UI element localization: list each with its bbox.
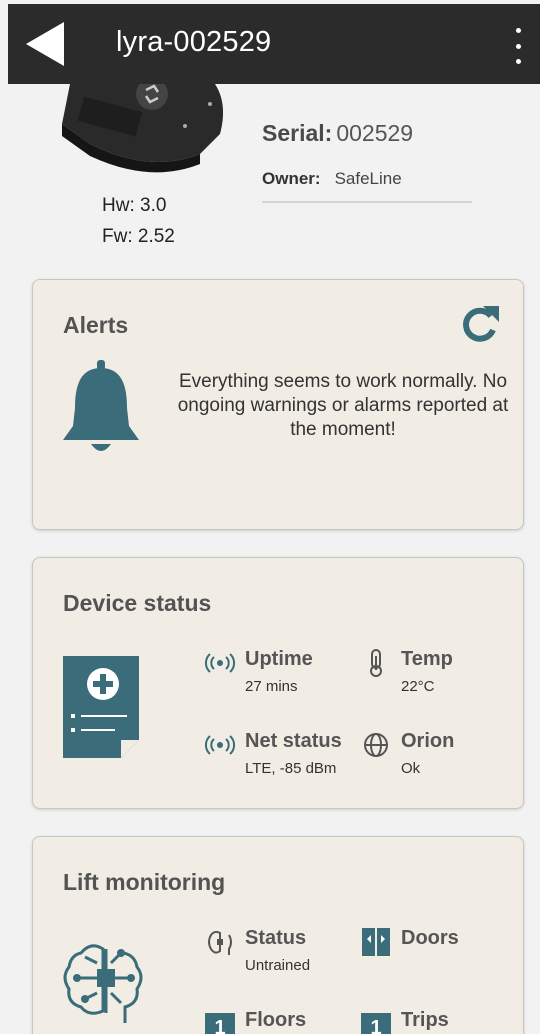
brain-circuit-icon — [61, 933, 147, 1029]
owner-value: SafeLine — [334, 169, 402, 188]
trips-count-badge: 1 — [361, 1013, 391, 1034]
bell-icon — [61, 360, 141, 460]
lift-monitoring-title: Lift monitoring — [63, 869, 226, 895]
temp-value: 22°C — [401, 678, 435, 695]
owner-row: Owner: SafeLine — [262, 169, 402, 189]
top-app-bar: lyra-002529 — [8, 4, 540, 84]
serial-label: Serial: — [262, 120, 333, 146]
doors-icon — [361, 927, 391, 957]
floors-label: Floors — [245, 1009, 307, 1031]
signal-icon — [204, 648, 236, 678]
doors-label: Doors — [401, 927, 459, 949]
page-title: lyra-002529 — [116, 26, 272, 58]
lift-monitoring-card[interactable]: Lift monitoring Status Untrained Doors 1… — [32, 836, 524, 1034]
refresh-icon[interactable] — [457, 302, 501, 346]
device-status-card[interactable]: Device status Uptime 27 mins Temp 22°C N… — [32, 557, 524, 809]
uptime-value: 27 mins — [245, 678, 298, 695]
net-status-label: Net status — [245, 730, 342, 752]
orion-label: Orion — [401, 730, 455, 752]
lift-status-value: Untrained — [245, 957, 311, 974]
floors-count-badge: 1 — [205, 1013, 235, 1034]
globe-icon — [361, 730, 391, 760]
alerts-card[interactable]: Alerts Everything seems to work normally… — [32, 279, 524, 530]
alerts-message: Everything seems to work normally. No on… — [177, 371, 509, 440]
thermometer-icon — [361, 648, 391, 678]
lift-status-label: Status — [245, 927, 307, 949]
signal-icon — [204, 730, 236, 760]
firmware-version: Fw: 2.52 — [102, 226, 175, 247]
brain-chip-icon — [205, 927, 235, 957]
back-arrow-icon[interactable] — [26, 22, 74, 66]
device-status-title: Device status — [63, 590, 212, 616]
trips-label: Trips — [401, 1009, 449, 1031]
owner-label: Owner: — [262, 169, 321, 188]
uptime-label: Uptime — [245, 648, 313, 670]
hardware-version: Hw: 3.0 — [102, 195, 167, 216]
more-vert-icon[interactable] — [508, 28, 528, 64]
device-image — [50, 78, 230, 184]
net-status-value: LTE, -85 dBm — [245, 760, 337, 777]
divider — [262, 201, 472, 203]
serial-row: Serial: 002529 — [262, 120, 413, 147]
temp-label: Temp — [401, 648, 453, 670]
alerts-title: Alerts — [63, 312, 129, 338]
serial-value: 002529 — [336, 120, 414, 146]
medical-document-icon — [63, 656, 143, 760]
orion-value: Ok — [401, 760, 421, 777]
